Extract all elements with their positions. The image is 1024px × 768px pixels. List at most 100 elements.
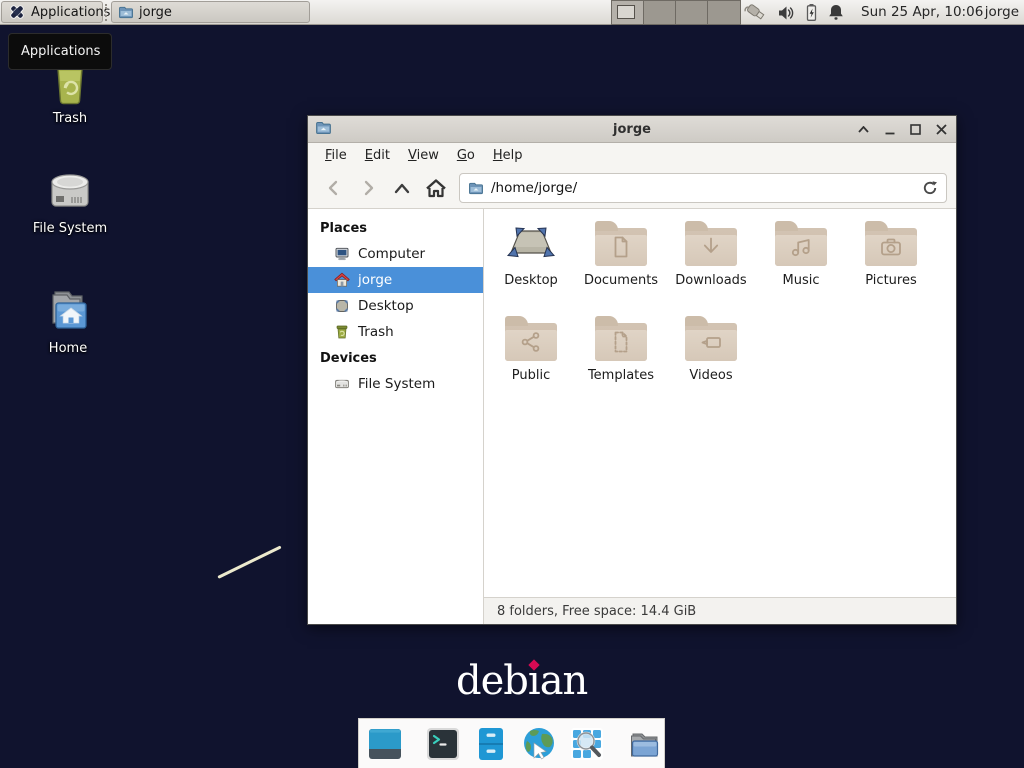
window-body: Places Computer (308, 209, 956, 624)
sidebar-item-label: Computer (358, 246, 425, 262)
workspace-2[interactable] (644, 1, 676, 24)
menubar: File Edit View Go Help (308, 143, 956, 168)
menu-edit[interactable]: Edit (356, 145, 399, 166)
workspace-3[interactable] (676, 1, 708, 24)
reload-button[interactable] (922, 180, 938, 196)
file-label: Downloads (675, 273, 746, 288)
file-icon-view[interactable]: Desktop Documents (484, 209, 956, 597)
folder-templates-icon (595, 323, 647, 361)
back-button[interactable] (317, 173, 351, 203)
address-bar[interactable]: /home/jorge/ (459, 173, 947, 203)
file-public[interactable]: Public (486, 314, 576, 396)
workspace-4[interactable] (708, 1, 740, 24)
maximize-button[interactable] (909, 123, 922, 136)
folder-documents-icon (595, 228, 647, 266)
taskbar-window-label: jorge (139, 5, 172, 20)
folder-pictures-icon (865, 228, 917, 266)
window-controls (857, 116, 948, 143)
forward-button[interactable] (351, 173, 385, 203)
trash-icon (334, 324, 350, 340)
panel-clock[interactable]: Sun 25 Apr, 10:06 (861, 0, 983, 25)
dock (358, 718, 665, 768)
file-downloads[interactable]: Downloads (666, 219, 756, 301)
folder-downloads-icon (685, 228, 737, 266)
sidebar-item-label: Trash (358, 324, 394, 340)
panel-username[interactable]: jorge (985, 0, 1019, 25)
sidebar-header-devices: Devices (308, 345, 483, 371)
toolbar: /home/jorge/ (308, 168, 956, 209)
sidebar-item-filesystem[interactable]: File System (308, 371, 483, 397)
home-button[interactable] (419, 173, 453, 203)
debian-wallpaper-logo: debıan (456, 658, 587, 704)
home-icon (334, 272, 350, 288)
applications-tooltip: Applications (8, 33, 112, 70)
desktop-icon-label: Trash (20, 111, 120, 126)
sidebar-header-places: Places (308, 215, 483, 241)
workspace-switcher[interactable] (611, 0, 741, 25)
address-folder-icon (468, 180, 484, 196)
file-label: Desktop (504, 273, 558, 288)
desktop-trapezoid-icon (505, 219, 557, 266)
sidebar-item-jorge[interactable]: jorge (308, 267, 483, 293)
address-path[interactable]: /home/jorge/ (491, 180, 577, 196)
file-cabinet-icon[interactable] (472, 725, 510, 763)
minimize-button[interactable] (883, 123, 896, 136)
application-finder-icon[interactable] (568, 725, 606, 763)
close-button[interactable] (935, 123, 948, 136)
file-label: Pictures (865, 273, 916, 288)
file-label: Documents (584, 273, 658, 288)
show-desktop-icon[interactable] (366, 725, 404, 763)
file-label: Videos (689, 368, 732, 383)
file-music[interactable]: Music (756, 219, 846, 301)
logo-i: ı (528, 658, 540, 704)
harddrive-icon (20, 166, 120, 216)
harddrive-icon (334, 376, 350, 392)
window-titlebar[interactable]: jorge (308, 116, 956, 143)
main-pane: Desktop Documents (484, 209, 956, 624)
file-desktop[interactable]: Desktop (486, 219, 576, 301)
panel-separator-handle (105, 4, 109, 21)
menu-go[interactable]: Go (448, 145, 484, 166)
desktop-icon-label: File System (20, 221, 120, 236)
desktop-icon-filesystem[interactable]: File System (20, 166, 120, 236)
file-manager-window: jorge File Edit View Go Help (307, 115, 957, 625)
folder-icon (118, 4, 134, 20)
file-templates[interactable]: Templates (576, 314, 666, 396)
desktop-icon (334, 298, 350, 314)
workspace-window-preview (617, 5, 635, 19)
volume-icon[interactable] (777, 4, 796, 22)
terminal-icon[interactable] (424, 725, 462, 763)
file-videos[interactable]: Videos (666, 314, 756, 396)
top-panel: Applications jorge (0, 0, 1024, 25)
statusbar: 8 folders, Free space: 14.4 GiB (484, 597, 956, 624)
notification-bell-icon[interactable] (827, 3, 845, 22)
removable-media-icon[interactable] (744, 2, 770, 24)
web-browser-globe-icon[interactable] (520, 725, 558, 763)
wallpaper-line (217, 545, 281, 578)
sidebar-item-trash[interactable]: Trash (308, 319, 483, 345)
logo-text: an (540, 658, 588, 704)
logo-text: deb (456, 658, 528, 704)
file-pictures[interactable]: Pictures (846, 219, 936, 301)
menu-file[interactable]: File (316, 145, 356, 166)
taskbar-window-button[interactable]: jorge (111, 1, 310, 23)
sidebar-item-label: Desktop (358, 298, 414, 314)
sidebar-item-desktop[interactable]: Desktop (308, 293, 483, 319)
folder-dock-icon[interactable] (626, 725, 664, 763)
home-folder-icon (18, 286, 118, 336)
file-documents[interactable]: Documents (576, 219, 666, 301)
sidebar-item-computer[interactable]: Computer (308, 241, 483, 267)
battery-icon[interactable] (803, 3, 820, 22)
file-label: Public (512, 368, 550, 383)
workspace-1[interactable] (612, 1, 644, 24)
desktop-icon-label: Home (18, 341, 118, 356)
file-label: Templates (588, 368, 654, 383)
xfce-logo-icon (8, 3, 26, 21)
shade-button[interactable] (857, 123, 870, 136)
menu-help[interactable]: Help (484, 145, 532, 166)
up-button[interactable] (385, 173, 419, 203)
menu-view[interactable]: View (399, 145, 448, 166)
applications-menu-button[interactable]: Applications (1, 1, 103, 23)
applications-menu-label: Applications (31, 5, 110, 20)
desktop-icon-home[interactable]: Home (18, 286, 118, 356)
